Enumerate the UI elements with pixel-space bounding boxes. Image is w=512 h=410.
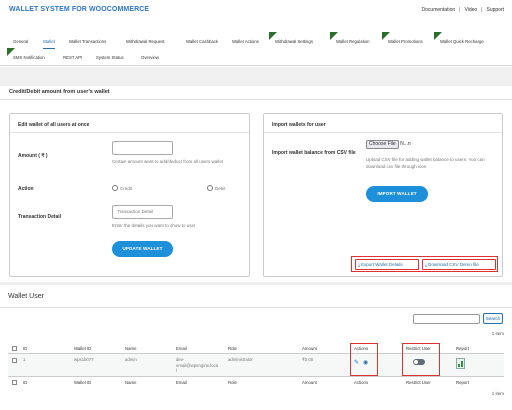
import-wallets-card: Import wallets for user Import wallet ba…: [263, 113, 503, 277]
import-help: Upload CSV file for adding wallet balanc…: [366, 157, 485, 169]
transaction-detail-label: Transaction Detail: [18, 214, 62, 220]
column-header[interactable]: Amount: [302, 346, 317, 351]
tab-system-status[interactable]: System Status: [96, 51, 124, 65]
wallet-amount: ₹0.00: [302, 357, 314, 362]
column-header: Report: [456, 346, 469, 351]
separator: |: [459, 7, 461, 13]
wallet-user-section: Wallet User Search 1 item ID Wallet ID N…: [0, 285, 512, 410]
radio-icon: [207, 185, 213, 191]
tab-wallet-quick-recharge[interactable]: Wallet Quick Recharge: [434, 32, 484, 49]
search-input[interactable]: [413, 314, 480, 324]
column-header[interactable]: ID: [23, 346, 27, 351]
action-label: Action: [18, 186, 34, 192]
column-header[interactable]: Name: [125, 380, 136, 385]
divider: [264, 132, 502, 133]
user-name: admin: [125, 357, 137, 362]
items-count: 1 item: [491, 391, 504, 396]
divider: [0, 307, 512, 308]
column-header[interactable]: Wallet ID: [74, 380, 91, 385]
divider: [10, 132, 249, 133]
top-links: Documentation | Video | Support: [422, 7, 504, 13]
credit-radio[interactable]: Credit: [112, 185, 132, 191]
amount-input[interactable]: [112, 141, 173, 155]
column-header[interactable]: Email: [176, 380, 187, 385]
file-chooser[interactable]: Choose File N...n: [366, 140, 411, 149]
choose-file-button[interactable]: Choose File: [366, 140, 399, 149]
tab-wallet-promotions[interactable]: Wallet Promotions: [382, 32, 423, 49]
column-header: Restrict User: [406, 380, 431, 385]
table-footer: ID Wallet ID Name Email Role Amount Acti…: [8, 376, 504, 387]
separator: |: [481, 7, 483, 13]
select-all-checkbox[interactable]: [12, 380, 17, 385]
user-role: administrator: [228, 357, 253, 362]
tab-wallet-regulation[interactable]: Wallet Regulation: [330, 32, 370, 49]
column-header[interactable]: Role: [228, 380, 237, 385]
user-email: dev-email@wpengine.loca l: [176, 357, 219, 373]
transaction-detail-input[interactable]: Transaction Detail: [112, 205, 173, 219]
tab-rest-api[interactable]: REST API: [63, 51, 82, 65]
export-wallet-details-button[interactable]: ⤓Export Wallet Details: [355, 259, 419, 270]
tab-wallet[interactable]: Wallet: [43, 35, 55, 49]
support-link[interactable]: Support: [486, 7, 504, 13]
settings-tabs: General Wallet Wallet Transactions Withd…: [0, 30, 512, 66]
debit-radio[interactable]: Debit: [207, 185, 226, 191]
file-status: N...n: [400, 141, 411, 147]
top-bar: WALLET SYSTEM FOR WOOCOMMERCE Documentat…: [0, 0, 512, 22]
download-csv-demo-button[interactable]: ⤓Download CSV Demo file: [422, 259, 496, 270]
import-balance-label: Import wallet balance from CSV file: [272, 150, 356, 156]
amount-label: Amount ( ₹ ): [18, 153, 48, 159]
section-title: Credit/Debit amount from user's wallet: [9, 89, 110, 95]
edit-all-wallets-card: Edit wallet of all users at once Amount …: [9, 113, 250, 277]
actions-column-highlight: [350, 343, 378, 376]
column-header[interactable]: Name: [125, 346, 136, 351]
card-title: Edit wallet of all users at once: [18, 122, 90, 128]
divider: [0, 99, 512, 100]
tab-withdrawal-request[interactable]: Withdrawal Request: [126, 35, 164, 49]
restrict-user-column-highlight: [402, 343, 440, 376]
card-title: Import wallets for user: [272, 122, 326, 128]
tab-wallet-cashback[interactable]: Wallet Cashback: [186, 35, 218, 49]
column-header[interactable]: Wallet ID: [74, 346, 91, 351]
amount-help: Certain amount want to add/deduct from a…: [112, 159, 224, 164]
documentation-link[interactable]: Documentation: [422, 7, 456, 13]
select-all-checkbox[interactable]: [12, 346, 17, 351]
video-link[interactable]: Video: [464, 7, 477, 13]
update-wallet-button[interactable]: UPDATE WALLET: [112, 241, 173, 257]
wallet-id: wps1b077: [74, 357, 94, 362]
tab-general[interactable]: General: [13, 35, 28, 49]
column-header[interactable]: Role: [228, 346, 237, 351]
credit-debit-panel: Credit/Debit amount from user's wallet E…: [0, 86, 512, 282]
radio-icon: [112, 185, 118, 191]
download-icon: ⤓: [358, 262, 360, 267]
report-icon[interactable]: [456, 358, 465, 369]
import-wallet-button[interactable]: IMPORT WALLET: [366, 186, 428, 202]
column-header: Report: [456, 380, 469, 385]
transaction-detail-help: Enter the details you want to show to us…: [112, 223, 196, 228]
column-header[interactable]: ID: [23, 380, 27, 385]
section-title: Wallet User: [8, 293, 44, 300]
tab-withdrawal-settings[interactable]: Withdrawal Settings: [269, 32, 313, 49]
tab-wallet-actions[interactable]: Wallet Actions: [232, 35, 259, 49]
tab-wallet-transactions[interactable]: Wallet Transactions: [69, 35, 106, 49]
column-header: Actions: [354, 380, 369, 385]
search-button[interactable]: Search: [483, 313, 503, 324]
user-id: 1: [23, 357, 26, 362]
app-title: WALLET SYSTEM FOR WOOCOMMERCE: [9, 6, 150, 13]
items-count: 1 item: [491, 331, 504, 336]
download-icon: ⤓: [425, 262, 427, 267]
tab-sms-notification[interactable]: SMS Notification: [7, 48, 45, 65]
column-header[interactable]: Email: [176, 346, 187, 351]
tab-overview[interactable]: Overview: [141, 51, 159, 65]
download-buttons-highlight: ⤓Export Wallet Details ⤓Download CSV Dem…: [351, 256, 498, 272]
row-checkbox[interactable]: [12, 358, 17, 363]
column-header[interactable]: Amount: [302, 380, 317, 385]
